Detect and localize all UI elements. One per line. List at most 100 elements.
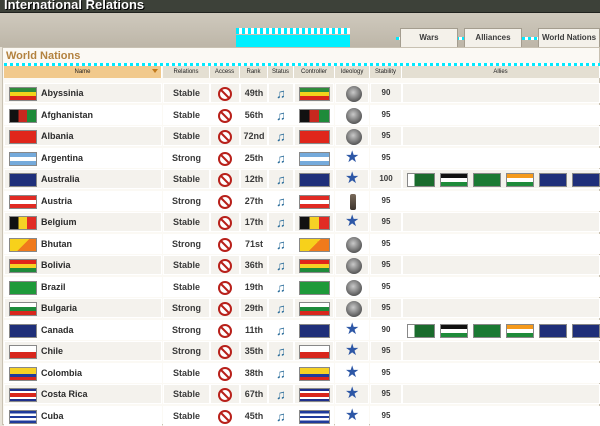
column-header-controller[interactable]: Controller: [294, 66, 335, 78]
ideology-cell[interactable]: ★: [335, 147, 369, 168]
status-cell[interactable]: ♫: [268, 319, 294, 340]
ally-flag-icon[interactable]: [473, 323, 501, 338]
column-header-relations[interactable]: Relations: [163, 66, 210, 78]
controller-cell[interactable]: [294, 319, 334, 340]
ideology-cell[interactable]: [335, 126, 369, 146]
ally-flag-icon[interactable]: [506, 173, 534, 187]
nation-name-cell[interactable]: Belgium: [4, 212, 162, 232]
allies-cell[interactable]: [402, 384, 600, 404]
controller-cell[interactable]: [294, 341, 334, 361]
nation-name-cell[interactable]: Colombia: [4, 362, 162, 383]
nation-row[interactable]: Albania Stable 72nd ♫ 95: [4, 126, 600, 146]
nation-name-cell[interactable]: Abyssinia: [4, 83, 162, 103]
controller-cell[interactable]: [294, 233, 334, 254]
nation-name-cell[interactable]: Cuba: [4, 405, 162, 426]
allies-cell[interactable]: [402, 104, 600, 125]
controller-cell[interactable]: [294, 276, 334, 297]
status-cell[interactable]: ♫: [268, 298, 294, 318]
tab-alliances[interactable]: Alliances: [464, 28, 522, 47]
ally-flag-icon[interactable]: [506, 323, 534, 338]
ideology-cell[interactable]: [335, 190, 369, 211]
access-cell[interactable]: [210, 298, 240, 318]
ideology-cell[interactable]: ★: [335, 212, 369, 232]
access-cell[interactable]: [210, 190, 240, 211]
ally-flag-icon[interactable]: [407, 323, 435, 338]
controller-cell[interactable]: [294, 83, 334, 103]
status-cell[interactable]: ♫: [268, 190, 294, 211]
ideology-cell[interactable]: [335, 83, 369, 103]
nation-row[interactable]: Austria Strong 27th ♫ 95: [4, 190, 600, 211]
allies-cell[interactable]: [402, 255, 600, 275]
nation-name-cell[interactable]: Costa Rica: [4, 384, 162, 404]
nation-row[interactable]: Australia Stable 12th ♫ ★ 100: [4, 169, 600, 189]
nation-name-cell[interactable]: Brazil: [4, 276, 162, 297]
nation-name-cell[interactable]: Albania: [4, 126, 162, 146]
access-cell[interactable]: [210, 212, 240, 232]
nation-row[interactable]: Belgium Stable 17th ♫ ★ 95: [4, 212, 600, 232]
allies-cell[interactable]: [402, 190, 600, 211]
ideology-cell[interactable]: [335, 233, 369, 254]
nation-row[interactable]: Brazil Stable 19th ♫ 95: [4, 276, 600, 297]
column-header-stability[interactable]: Stability: [370, 66, 402, 78]
access-cell[interactable]: [210, 362, 240, 383]
nation-row[interactable]: Canada Strong 11th ♫ ★ 90: [4, 319, 600, 340]
allies-cell[interactable]: [402, 341, 600, 361]
status-cell[interactable]: ♫: [268, 276, 294, 297]
ideology-cell[interactable]: [335, 104, 369, 125]
ideology-cell[interactable]: ★: [335, 384, 369, 404]
allies-cell[interactable]: [402, 126, 600, 146]
nation-name-cell[interactable]: Bhutan: [4, 233, 162, 254]
ideology-cell[interactable]: ★: [335, 169, 369, 189]
ideology-cell[interactable]: [335, 298, 369, 318]
access-cell[interactable]: [210, 405, 240, 426]
nation-name-cell[interactable]: Austria: [4, 190, 162, 211]
status-cell[interactable]: ♫: [268, 405, 294, 426]
access-cell[interactable]: [210, 147, 240, 168]
nation-row[interactable]: Cuba Stable 45th ♫ ★ 95: [4, 405, 600, 426]
access-cell[interactable]: [210, 255, 240, 275]
access-cell[interactable]: [210, 384, 240, 404]
ideology-cell[interactable]: [335, 276, 369, 297]
access-cell[interactable]: [210, 319, 240, 340]
ally-flag-icon[interactable]: [440, 173, 468, 187]
allies-cell[interactable]: [402, 233, 600, 254]
nation-row[interactable]: Bulgaria Strong 29th ♫ 95: [4, 298, 600, 318]
status-cell[interactable]: ♫: [268, 169, 294, 189]
controller-cell[interactable]: [294, 169, 334, 189]
access-cell[interactable]: [210, 233, 240, 254]
nation-row[interactable]: Afghanistan Stable 56th ♫ 95: [4, 104, 600, 125]
status-cell[interactable]: ♫: [268, 233, 294, 254]
nation-name-cell[interactable]: Afghanistan: [4, 104, 162, 125]
access-cell[interactable]: [210, 83, 240, 103]
column-header-name[interactable]: Name: [4, 66, 162, 78]
allies-cell[interactable]: [402, 147, 600, 168]
allies-cell[interactable]: [402, 319, 600, 340]
nation-row[interactable]: Argentina Strong 25th ♫ ★ 95: [4, 147, 600, 168]
nation-row[interactable]: Bolivia Stable 36th ♫ 95: [4, 255, 600, 275]
column-header-allies[interactable]: Allies: [402, 66, 600, 78]
allies-cell[interactable]: [402, 169, 600, 189]
allies-cell[interactable]: [402, 298, 600, 318]
status-cell[interactable]: ♫: [268, 83, 294, 103]
controller-cell[interactable]: [294, 212, 334, 232]
status-cell[interactable]: ♫: [268, 126, 294, 146]
status-cell[interactable]: ♫: [268, 384, 294, 404]
nation-row[interactable]: Chile Strong 35th ♫ ★ 95: [4, 341, 600, 361]
tab-wars[interactable]: Wars: [400, 28, 458, 47]
status-cell[interactable]: ♫: [268, 341, 294, 361]
column-header-status[interactable]: Status: [268, 66, 294, 78]
ally-flag-icon[interactable]: [539, 173, 567, 187]
access-cell[interactable]: [210, 126, 240, 146]
nation-name-cell[interactable]: Canada: [4, 319, 162, 340]
access-cell[interactable]: [210, 341, 240, 361]
ally-flag-icon[interactable]: [539, 323, 567, 338]
status-cell[interactable]: ♫: [268, 362, 294, 383]
allies-cell[interactable]: [402, 276, 600, 297]
ideology-cell[interactable]: ★: [335, 341, 369, 361]
controller-cell[interactable]: [294, 104, 334, 125]
nation-name-cell[interactable]: Australia: [4, 169, 162, 189]
controller-cell[interactable]: [294, 384, 334, 404]
access-cell[interactable]: [210, 104, 240, 125]
ally-flag-icon[interactable]: [440, 323, 468, 338]
controller-cell[interactable]: [294, 190, 334, 211]
